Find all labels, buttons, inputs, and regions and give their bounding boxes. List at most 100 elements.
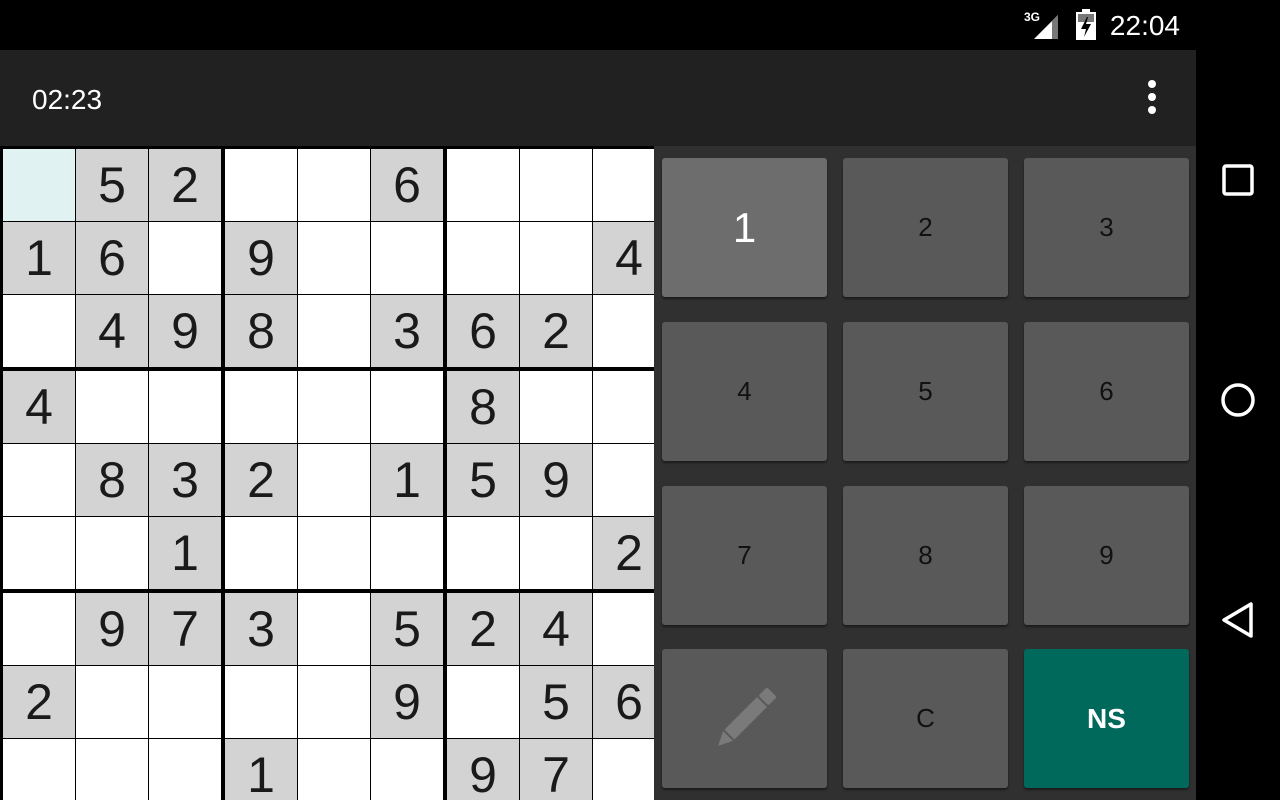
sudoku-cell-r3-c1[interactable] <box>3 295 75 367</box>
game-area: 526169449836248832159129735242956197 1 2… <box>0 146 1196 800</box>
sudoku-cell-r1-c3[interactable]: 2 <box>149 149 221 221</box>
sudoku-cell-r9-c7[interactable]: 9 <box>447 739 519 800</box>
pencil-icon <box>717 687 776 746</box>
network-type-label: 3G <box>1024 10 1040 24</box>
key-3[interactable]: 3 <box>1024 158 1189 297</box>
sudoku-cell-r6-c3[interactable]: 1 <box>149 517 221 589</box>
sudoku-cell-r4-c7[interactable]: 8 <box>447 371 519 443</box>
sudoku-cell-r1-c8[interactable] <box>520 149 592 221</box>
sudoku-cell-r4-c8[interactable] <box>520 371 592 443</box>
key-7[interactable]: 7 <box>662 486 827 625</box>
sudoku-cell-r6-c8[interactable] <box>520 517 592 589</box>
sudoku-cell-r2-c4[interactable]: 9 <box>225 222 297 294</box>
sudoku-cell-r4-c1[interactable]: 4 <box>3 371 75 443</box>
sudoku-cell-r8-c1[interactable]: 2 <box>3 666 75 738</box>
sudoku-cell-r2-c1[interactable]: 1 <box>3 222 75 294</box>
sudoku-cell-r7-c6[interactable]: 5 <box>371 593 443 665</box>
recents-square-icon[interactable] <box>1216 158 1260 202</box>
sudoku-cell-r3-c7[interactable]: 6 <box>447 295 519 367</box>
number-keypad: 1 2 3 4 5 6 7 8 9 C NS <box>654 146 1196 800</box>
sudoku-cell-r6-c4[interactable] <box>225 517 297 589</box>
home-circle-icon[interactable] <box>1216 378 1260 422</box>
sudoku-cell-r1-c5[interactable] <box>298 149 370 221</box>
sudoku-cell-r5-c5[interactable] <box>298 444 370 516</box>
status-clock: 22:04 <box>1109 10 1180 41</box>
sudoku-cell-r4-c4[interactable] <box>225 371 297 443</box>
app-bar: 02:23 <box>0 50 1196 146</box>
sudoku-cell-r6-c5[interactable] <box>298 517 370 589</box>
sudoku-cell-r7-c1[interactable] <box>3 593 75 665</box>
sudoku-cell-r4-c5[interactable] <box>298 371 370 443</box>
key-2[interactable]: 2 <box>843 158 1008 297</box>
sudoku-cell-r9-c8[interactable]: 7 <box>520 739 592 800</box>
sudoku-board: 526169449836248832159129735242956197 <box>0 146 665 800</box>
sudoku-cell-r3-c4[interactable]: 8 <box>225 295 297 367</box>
back-triangle-icon[interactable] <box>1216 598 1260 642</box>
sudoku-cell-r7-c4[interactable]: 3 <box>225 593 297 665</box>
status-bar: 3G 22:04 <box>0 0 1280 50</box>
battery-charging-icon <box>1076 9 1096 40</box>
sudoku-cell-r6-c1[interactable] <box>3 517 75 589</box>
sudoku-cell-r6-c7[interactable] <box>447 517 519 589</box>
sudoku-cell-r5-c4[interactable]: 2 <box>225 444 297 516</box>
key-8[interactable]: 8 <box>843 486 1008 625</box>
sudoku-cell-r3-c5[interactable] <box>298 295 370 367</box>
sudoku-cell-r4-c3[interactable] <box>149 371 221 443</box>
sudoku-cell-r9-c2[interactable] <box>76 739 148 800</box>
sudoku-cell-r9-c5[interactable] <box>298 739 370 800</box>
sudoku-cell-r9-c4[interactable]: 1 <box>225 739 297 800</box>
sudoku-cell-r1-c6[interactable]: 6 <box>371 149 443 221</box>
sudoku-cell-r1-c7[interactable] <box>447 149 519 221</box>
game-timer: 02:23 <box>32 84 103 115</box>
sudoku-cell-r5-c8[interactable]: 9 <box>520 444 592 516</box>
sudoku-cell-r9-c1[interactable] <box>3 739 75 800</box>
sudoku-cell-r8-c7[interactable] <box>447 666 519 738</box>
sudoku-cell-r8-c3[interactable] <box>149 666 221 738</box>
sudoku-cell-r2-c3[interactable] <box>149 222 221 294</box>
key-9[interactable]: 9 <box>1024 486 1189 625</box>
sudoku-cell-r5-c3[interactable]: 3 <box>149 444 221 516</box>
sudoku-cell-r7-c7[interactable]: 2 <box>447 593 519 665</box>
sudoku-cell-r1-c4[interactable] <box>225 149 297 221</box>
sudoku-cell-r3-c3[interactable]: 9 <box>149 295 221 367</box>
pencil-mode-button[interactable] <box>662 649 827 788</box>
sudoku-cell-r6-c6[interactable] <box>371 517 443 589</box>
sudoku-cell-r8-c8[interactable]: 5 <box>520 666 592 738</box>
signal-3g-icon: 3G <box>1024 10 1058 39</box>
sudoku-cell-r1-c2[interactable]: 5 <box>76 149 148 221</box>
key-6[interactable]: 6 <box>1024 322 1189 461</box>
sudoku-cell-r2-c7[interactable] <box>447 222 519 294</box>
sudoku-cell-r6-c2[interactable] <box>76 517 148 589</box>
device-screen: 3G 22:04 02:23 5261694498362488321591297… <box>0 0 1280 800</box>
sudoku-cell-r4-c2[interactable] <box>76 371 148 443</box>
ns-button[interactable]: NS <box>1024 649 1189 788</box>
sudoku-cell-r4-c6[interactable] <box>371 371 443 443</box>
sudoku-cell-r9-c6[interactable] <box>371 739 443 800</box>
sudoku-cell-r3-c2[interactable]: 4 <box>76 295 148 367</box>
sudoku-cell-r5-c2[interactable]: 8 <box>76 444 148 516</box>
sudoku-cell-r7-c5[interactable] <box>298 593 370 665</box>
key-4[interactable]: 4 <box>662 322 827 461</box>
sudoku-cell-r9-c3[interactable] <box>149 739 221 800</box>
more-vert-icon[interactable] <box>1136 76 1168 120</box>
clear-button[interactable]: C <box>843 649 1008 788</box>
sudoku-cell-r2-c6[interactable] <box>371 222 443 294</box>
sudoku-cell-r8-c6[interactable]: 9 <box>371 666 443 738</box>
sudoku-cell-r3-c8[interactable]: 2 <box>520 295 592 367</box>
sudoku-cell-r8-c4[interactable] <box>225 666 297 738</box>
sudoku-cell-r5-c6[interactable]: 1 <box>371 444 443 516</box>
key-1[interactable]: 1 <box>662 158 827 297</box>
sudoku-cell-r2-c2[interactable]: 6 <box>76 222 148 294</box>
sudoku-cell-r8-c2[interactable] <box>76 666 148 738</box>
sudoku-cell-r5-c1[interactable] <box>3 444 75 516</box>
sudoku-cell-r7-c3[interactable]: 7 <box>149 593 221 665</box>
sudoku-cell-r2-c8[interactable] <box>520 222 592 294</box>
sudoku-cell-r7-c8[interactable]: 4 <box>520 593 592 665</box>
sudoku-cell-r5-c7[interactable]: 5 <box>447 444 519 516</box>
sudoku-cell-r3-c6[interactable]: 3 <box>371 295 443 367</box>
sudoku-cell-r1-c1[interactable] <box>3 149 75 221</box>
sudoku-cell-r2-c5[interactable] <box>298 222 370 294</box>
key-5[interactable]: 5 <box>843 322 1008 461</box>
sudoku-cell-r8-c5[interactable] <box>298 666 370 738</box>
sudoku-cell-r7-c2[interactable]: 9 <box>76 593 148 665</box>
